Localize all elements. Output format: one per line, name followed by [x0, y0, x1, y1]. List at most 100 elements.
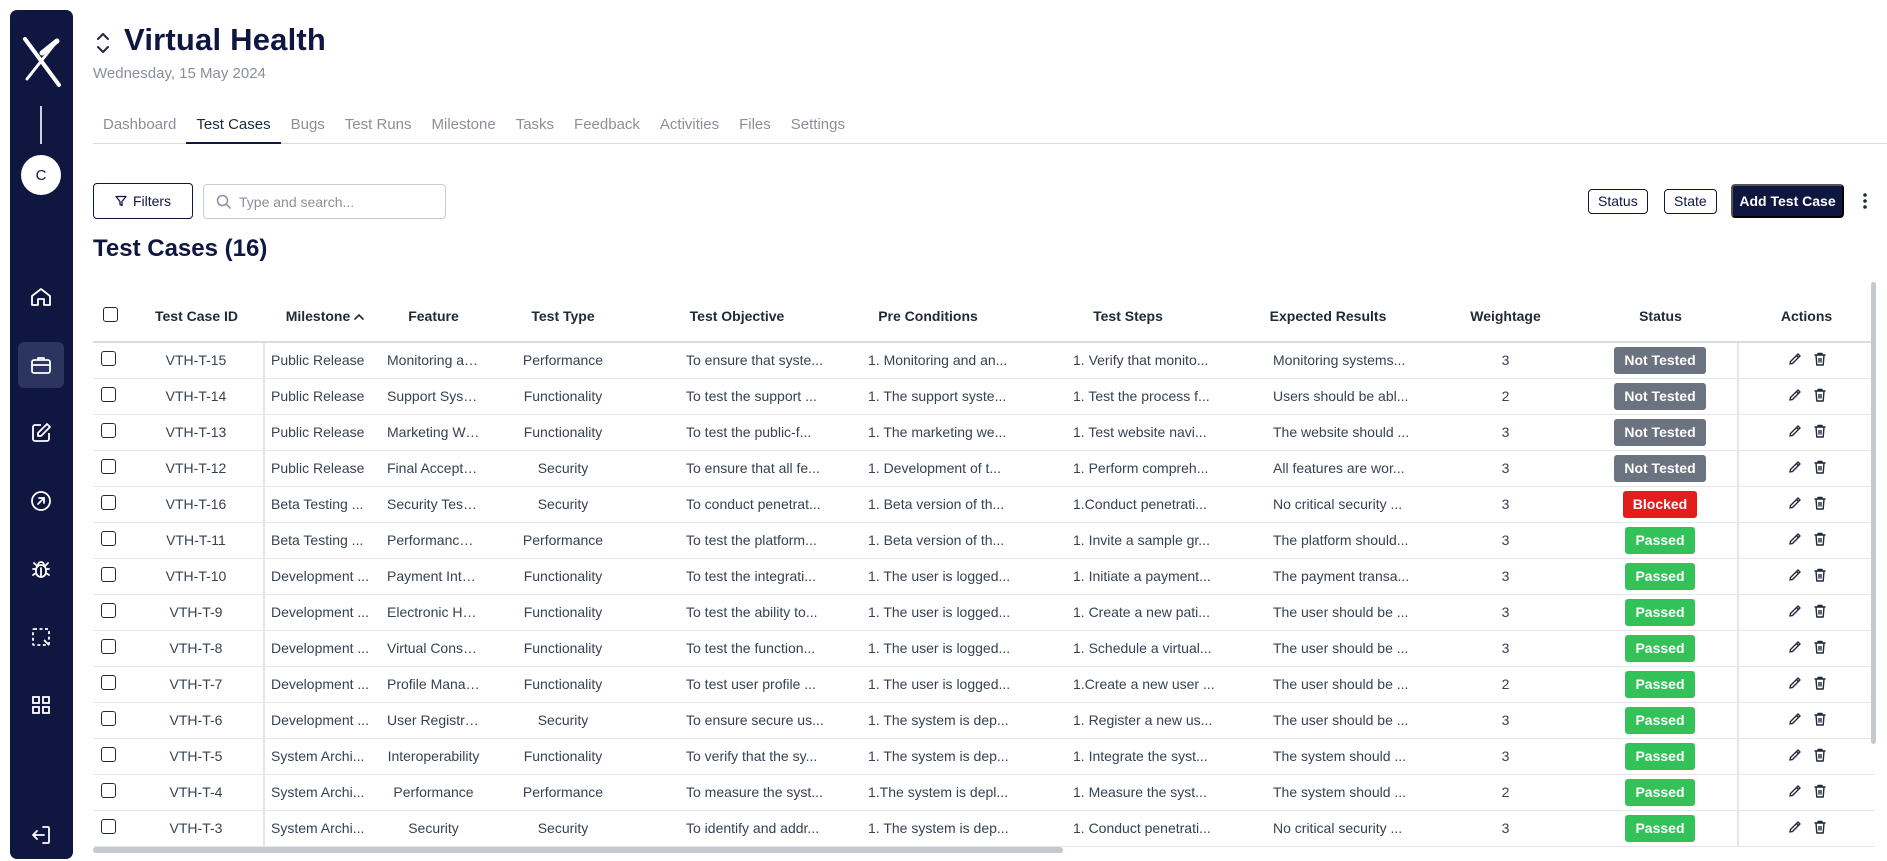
sort-ascending-icon[interactable]	[353, 312, 365, 322]
sidebar-item-notes[interactable]	[18, 410, 64, 456]
table-row[interactable]: VTH-T-4 System Archi... Performance Perform…	[93, 774, 1875, 811]
row-checkbox[interactable]	[101, 495, 116, 510]
row-checkbox[interactable]	[101, 567, 116, 582]
row-checkbox[interactable]	[101, 459, 116, 474]
pencil-icon[interactable]	[1787, 495, 1803, 511]
sidebar-item-select[interactable]	[18, 614, 64, 660]
state-filter-chip[interactable]: State	[1664, 189, 1717, 214]
trash-icon[interactable]	[1812, 495, 1828, 511]
col-feature[interactable]: Feature	[387, 290, 480, 343]
col-test-objective[interactable]: Test Objective	[646, 290, 828, 343]
row-checkbox[interactable]	[101, 531, 116, 546]
trash-icon[interactable]	[1812, 531, 1828, 547]
horizontal-scrollbar[interactable]	[93, 847, 1063, 853]
row-checkbox[interactable]	[101, 783, 116, 798]
trash-icon[interactable]	[1812, 783, 1828, 799]
tab-test-cases[interactable]: Test Cases	[186, 113, 281, 144]
table-row[interactable]: VTH-T-7Development ...Profile Managem...…	[93, 666, 1875, 703]
tab-milestone[interactable]: Milestone	[422, 113, 506, 144]
table-row[interactable]: VTH-T-12Public ReleaseFinal Acceptanc...…	[93, 450, 1875, 487]
col-status[interactable]: Status	[1583, 290, 1738, 343]
pencil-icon[interactable]	[1787, 783, 1803, 799]
row-checkbox[interactable]	[101, 603, 116, 618]
tab-bugs[interactable]: Bugs	[281, 113, 335, 144]
status-badge[interactable]: Not Tested	[1614, 418, 1706, 446]
table-row[interactable]: VTH-T-5 System Archi... Interoperability Fu…	[93, 738, 1875, 775]
status-badge[interactable]: Passed	[1625, 526, 1695, 554]
status-badge[interactable]: Blocked	[1622, 490, 1698, 518]
status-badge[interactable]: Passed	[1625, 706, 1695, 734]
pencil-icon[interactable]	[1787, 387, 1803, 403]
row-checkbox[interactable]	[101, 675, 116, 690]
row-checkbox[interactable]	[101, 711, 116, 726]
pencil-icon[interactable]	[1787, 423, 1803, 439]
trash-icon[interactable]	[1812, 711, 1828, 727]
app-logo[interactable]	[21, 33, 63, 93]
row-checkbox[interactable]	[101, 819, 116, 834]
avatar[interactable]: C	[21, 155, 61, 195]
select-all-checkbox[interactable]	[103, 306, 118, 322]
tab-files[interactable]: Files	[729, 113, 781, 144]
table-row[interactable]: VTH-T-3 System Archi... Security Security To…	[93, 810, 1875, 847]
col-test-type[interactable]: Test Type	[480, 290, 646, 343]
search-input[interactable]	[239, 193, 429, 210]
pencil-icon[interactable]	[1787, 603, 1803, 619]
table-row[interactable]: VTH-T-13Public ReleaseMarketing Websi...…	[93, 414, 1875, 451]
pencil-icon[interactable]	[1787, 351, 1803, 367]
trash-icon[interactable]	[1812, 603, 1828, 619]
status-badge[interactable]: Passed	[1625, 670, 1695, 698]
row-checkbox[interactable]	[101, 747, 116, 762]
pencil-icon[interactable]	[1787, 459, 1803, 475]
tab-test-runs[interactable]: Test Runs	[335, 113, 422, 144]
status-badge[interactable]: Passed	[1625, 814, 1695, 842]
status-badge[interactable]: Passed	[1625, 634, 1695, 662]
row-checkbox[interactable]	[101, 423, 116, 438]
table-row[interactable]: VTH-T-16 Beta Testing ... Security Testing…	[93, 486, 1875, 523]
table-row[interactable]: VTH-T-10Development ...Payment Integra..…	[93, 558, 1875, 595]
table-row[interactable]: VTH-T-9Development ...Electronic Healt..…	[93, 594, 1875, 631]
sidebar-item-apps[interactable]	[18, 682, 64, 728]
pencil-icon[interactable]	[1787, 675, 1803, 691]
row-checkbox[interactable]	[101, 639, 116, 654]
trash-icon[interactable]	[1812, 351, 1828, 367]
sidebar-item-logout[interactable]	[18, 812, 64, 858]
status-badge[interactable]: Not Tested	[1614, 454, 1706, 482]
status-badge[interactable]: Passed	[1625, 778, 1695, 806]
col-milestone[interactable]: Milestone	[264, 290, 387, 343]
status-badge[interactable]: Not Tested	[1614, 346, 1706, 374]
col-expected-results[interactable]: Expected Results	[1228, 290, 1428, 343]
project-switch-icon[interactable]	[94, 29, 112, 57]
pencil-icon[interactable]	[1787, 747, 1803, 763]
table-row[interactable]: VTH-T-8Development ...Virtual Consultat.…	[93, 630, 1875, 667]
sidebar-item-explore[interactable]	[18, 478, 64, 524]
trash-icon[interactable]	[1812, 423, 1828, 439]
tab-dashboard[interactable]: Dashboard	[93, 113, 186, 144]
col-weightage[interactable]: Weightage	[1428, 290, 1583, 343]
sidebar-item-home[interactable]	[18, 274, 64, 320]
status-badge[interactable]: Not Tested	[1614, 382, 1706, 410]
pencil-icon[interactable]	[1787, 567, 1803, 583]
tab-activities[interactable]: Activities	[650, 113, 729, 144]
search-box[interactable]	[203, 184, 446, 219]
trash-icon[interactable]	[1812, 819, 1828, 835]
sidebar-item-bugs[interactable]	[18, 546, 64, 592]
tab-tasks[interactable]: Tasks	[506, 113, 564, 144]
tab-settings[interactable]: Settings	[781, 113, 855, 144]
add-test-case-button[interactable]: Add Test Case	[1731, 184, 1844, 218]
trash-icon[interactable]	[1812, 639, 1828, 655]
col-pre-conditions[interactable]: Pre Conditions	[828, 290, 1028, 343]
table-row[interactable]: VTH-T-11Beta Testing ...Performance un..…	[93, 522, 1875, 559]
trash-icon[interactable]	[1812, 387, 1828, 403]
status-badge[interactable]: Passed	[1625, 742, 1695, 770]
vertical-scrollbar[interactable]	[1871, 282, 1876, 744]
more-options-icon[interactable]	[1858, 190, 1872, 212]
filters-button[interactable]: Filters	[93, 183, 193, 219]
row-checkbox[interactable]	[101, 387, 116, 402]
status-filter-chip[interactable]: Status	[1588, 189, 1648, 214]
pencil-icon[interactable]	[1787, 639, 1803, 655]
tab-feedback[interactable]: Feedback	[564, 113, 650, 144]
trash-icon[interactable]	[1812, 567, 1828, 583]
trash-icon[interactable]	[1812, 459, 1828, 475]
pencil-icon[interactable]	[1787, 531, 1803, 547]
table-row[interactable]: VTH-T-15Public ReleaseMonitoring and ...…	[93, 342, 1875, 379]
